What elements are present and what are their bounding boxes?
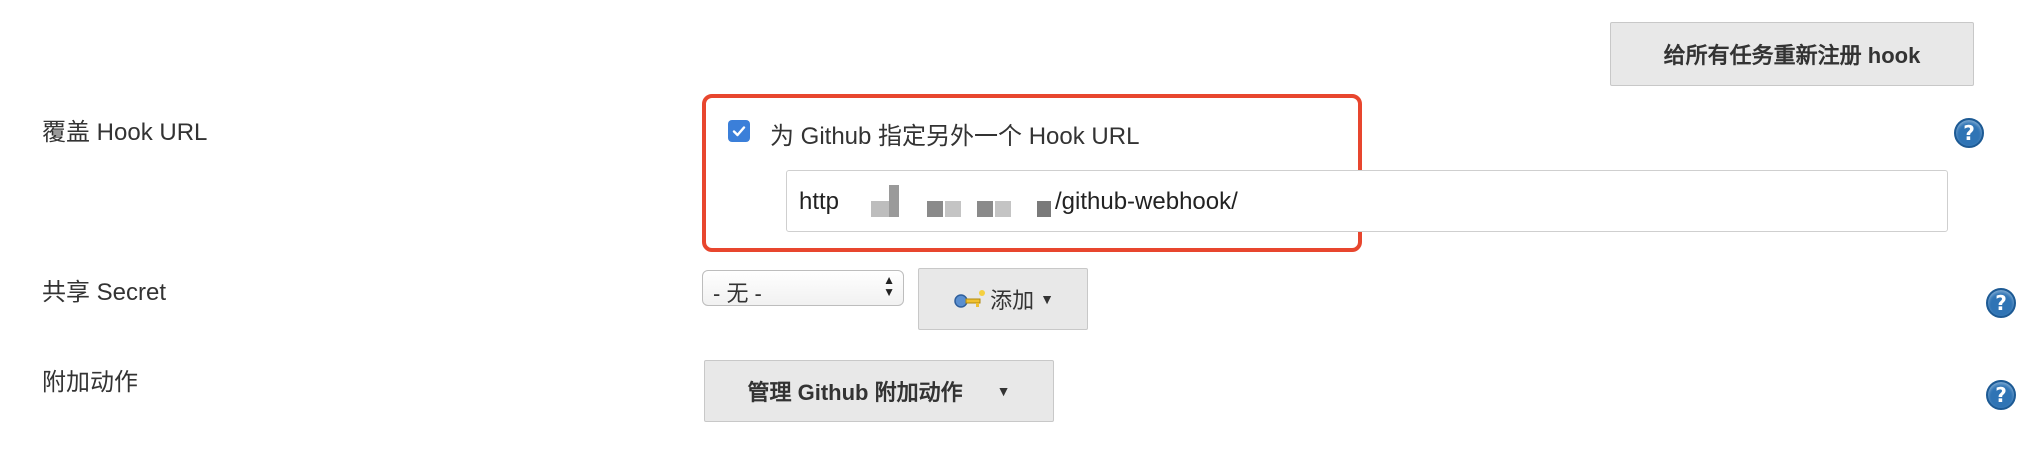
select-arrows-icon: ▲ ▼ [883, 273, 895, 299]
secret-select-value: - 无 - [713, 281, 762, 306]
override-hook-checkbox-label[interactable]: 为 Github 指定另外一个 Hook URL [770, 116, 1139, 151]
key-icon [954, 290, 986, 308]
override-hook-url-label: 覆盖 Hook URL [42, 119, 208, 146]
redacted-url-part [995, 201, 1011, 217]
override-hook-checkbox[interactable] [728, 120, 750, 142]
manage-additional-actions-label: 管理 Github 附加动作 [747, 380, 963, 405]
hook-url-suffix: /github-webhook/ [1055, 188, 1238, 215]
add-credential-label: 添加 [990, 288, 1035, 313]
hook-url-input[interactable]: http /github-webhook/ [786, 170, 1948, 232]
help-icon-additional-actions[interactable]: ? [1986, 380, 2016, 410]
caret-down-icon: ▼ [996, 383, 1011, 399]
reregister-hooks-button[interactable]: 给所有任务重新注册 hook [1610, 22, 1974, 86]
shared-secret-label: 共享 Secret [42, 279, 167, 306]
redacted-url-part [1037, 201, 1051, 217]
redacted-url-part [889, 185, 899, 217]
redacted-url-part [927, 201, 943, 217]
manage-additional-actions-button[interactable]: 管理 Github 附加动作 ▼ [704, 360, 1054, 422]
redacted-url-part [945, 201, 961, 217]
hook-url-prefix: http [799, 188, 840, 215]
additional-actions-label: 附加动作 [42, 369, 138, 396]
help-icon-override-hook[interactable]: ? [1954, 118, 1984, 148]
caret-down-icon: ▼ [1040, 291, 1054, 307]
add-credential-button[interactable]: 添加 ▼ [918, 268, 1088, 330]
secret-select[interactable]: - 无 - ▲ ▼ [702, 270, 904, 306]
redacted-url-part [871, 201, 889, 217]
redacted-url-part [977, 201, 993, 217]
reregister-hooks-label: 给所有任务重新注册 hook [1663, 43, 1921, 68]
help-icon-shared-secret[interactable]: ? [1986, 288, 2016, 318]
checkmark-icon [732, 126, 746, 137]
